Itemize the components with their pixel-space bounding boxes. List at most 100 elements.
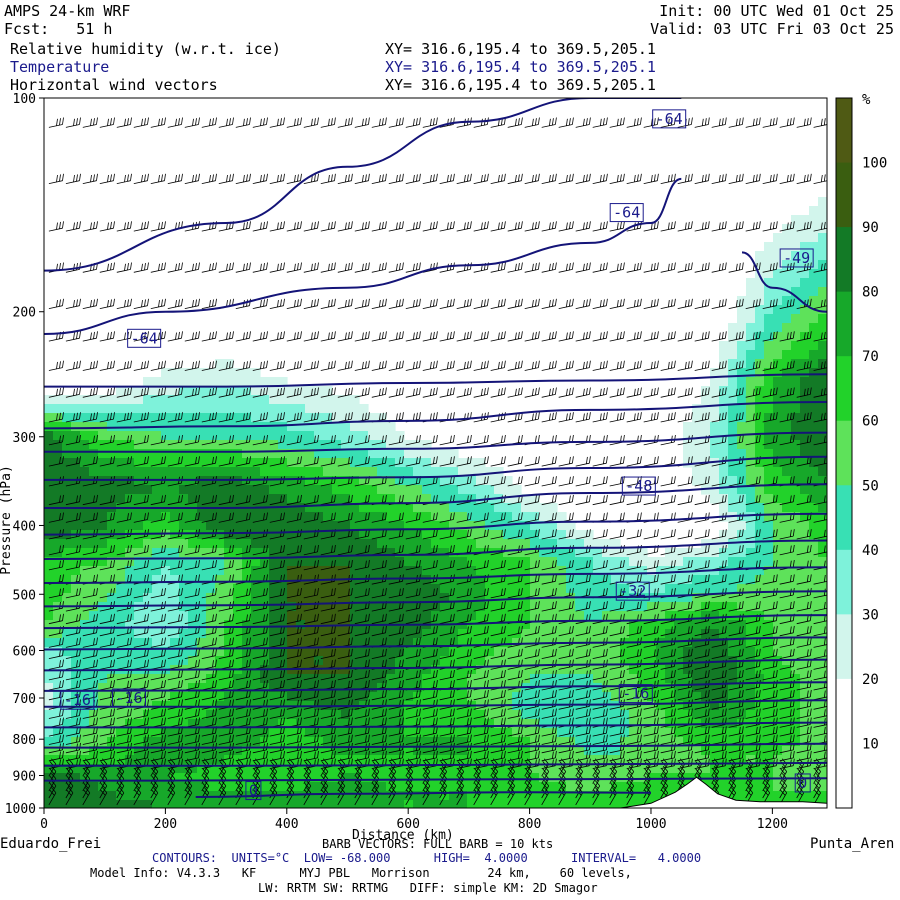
- rh-cell: [539, 665, 549, 675]
- wind-barb: [558, 221, 574, 232]
- wind-barb: [490, 298, 506, 309]
- rh-cell: [755, 791, 765, 801]
- wind-barb: [643, 387, 659, 398]
- rh-cell: [413, 485, 423, 495]
- rh-cell: [233, 611, 243, 621]
- rh-cell: [224, 593, 234, 603]
- rh-cell: [458, 647, 468, 657]
- rh-cell: [800, 440, 810, 450]
- wind-barb: [592, 456, 608, 467]
- rh-cell: [71, 413, 81, 423]
- rh-cell: [386, 584, 396, 594]
- wind-barb: [48, 298, 64, 309]
- rh-cell: [746, 404, 756, 414]
- rh-cell: [458, 566, 468, 576]
- wind-barb: [762, 173, 778, 184]
- rh-cell: [800, 341, 810, 351]
- rh-cell: [440, 692, 450, 702]
- rh-cell: [368, 665, 378, 675]
- rh-cell: [341, 593, 351, 603]
- wind-barb: [133, 173, 149, 184]
- wind-barb: [609, 221, 625, 232]
- rh-cell: [71, 593, 81, 603]
- rh-cell: [296, 467, 306, 477]
- rh-cell: [413, 584, 423, 594]
- rh-cell: [764, 647, 774, 657]
- rh-cell: [197, 584, 207, 594]
- rh-cell: [746, 314, 756, 324]
- wind-barb: [439, 221, 455, 232]
- rh-cell: [116, 485, 126, 495]
- rh-cell: [260, 467, 270, 477]
- rh-cell: [755, 350, 765, 360]
- wind-barb: [354, 298, 370, 309]
- rh-cell: [386, 647, 396, 657]
- rh-cell: [746, 449, 756, 459]
- rh-cell: [98, 584, 108, 594]
- rh-cell: [179, 728, 189, 738]
- rh-cell: [404, 728, 414, 738]
- wind-barb: [82, 331, 98, 342]
- rh-cell: [818, 350, 827, 360]
- rh-cell: [476, 557, 486, 567]
- rh-cell: [179, 638, 189, 648]
- rh-cell: [431, 773, 441, 783]
- rh-cell: [377, 467, 387, 477]
- wind-barb: [388, 221, 404, 232]
- rh-cell: [413, 602, 423, 612]
- rh-cell: [116, 404, 126, 414]
- rh-cell: [683, 602, 693, 612]
- wind-barb: [643, 494, 659, 506]
- rh-cell: [161, 629, 171, 639]
- rh-cell: [323, 539, 333, 549]
- rh-cell: [368, 485, 378, 495]
- wind-barb: [303, 298, 319, 309]
- rh-cell: [782, 485, 792, 495]
- rh-cell: [350, 449, 360, 459]
- rh-cell: [458, 539, 468, 549]
- wind-barb: [592, 262, 608, 273]
- rh-cell: [80, 485, 90, 495]
- wind-barb: [269, 117, 285, 128]
- rh-cell: [278, 539, 288, 549]
- rh-cell: [818, 215, 827, 225]
- rh-cell: [53, 467, 63, 477]
- wind-barb: [320, 331, 336, 342]
- rh-cell: [188, 377, 198, 387]
- wind-barb: [150, 117, 166, 128]
- wind-barb: [235, 173, 251, 184]
- rh-cell: [179, 521, 189, 531]
- wind-barb: [711, 221, 727, 232]
- rh-cell: [719, 467, 729, 477]
- rh-cell: [413, 467, 423, 477]
- rh-cell: [377, 503, 387, 513]
- rh-cell: [305, 593, 315, 603]
- wind-barb: [643, 173, 659, 184]
- rh-cell: [431, 782, 441, 792]
- rh-cell: [161, 485, 171, 495]
- rh-cell: [278, 404, 288, 414]
- rh-cell: [764, 377, 774, 387]
- wind-barb: [116, 360, 132, 371]
- rh-cell: [170, 449, 180, 459]
- rh-cell: [71, 521, 81, 531]
- rh-cell: [719, 377, 729, 387]
- rh-cell: [305, 386, 315, 396]
- rh-cell: [44, 458, 54, 468]
- rh-cell: [80, 458, 90, 468]
- rh-cell: [251, 737, 261, 747]
- rh-cell: [80, 548, 90, 558]
- rh-cell: [476, 503, 486, 513]
- wind-barb: [711, 262, 727, 273]
- rh-cell: [413, 728, 423, 738]
- rh-cell: [89, 485, 99, 495]
- wind-barb: [422, 387, 438, 398]
- wind-barb: [626, 387, 642, 398]
- rh-cell: [62, 548, 72, 558]
- rh-cell: [206, 611, 216, 621]
- rh-cell: [215, 404, 225, 414]
- rh-cell: [809, 377, 819, 387]
- wind-barb: [524, 387, 540, 398]
- rh-cell: [485, 467, 495, 477]
- rh-cell: [692, 548, 702, 558]
